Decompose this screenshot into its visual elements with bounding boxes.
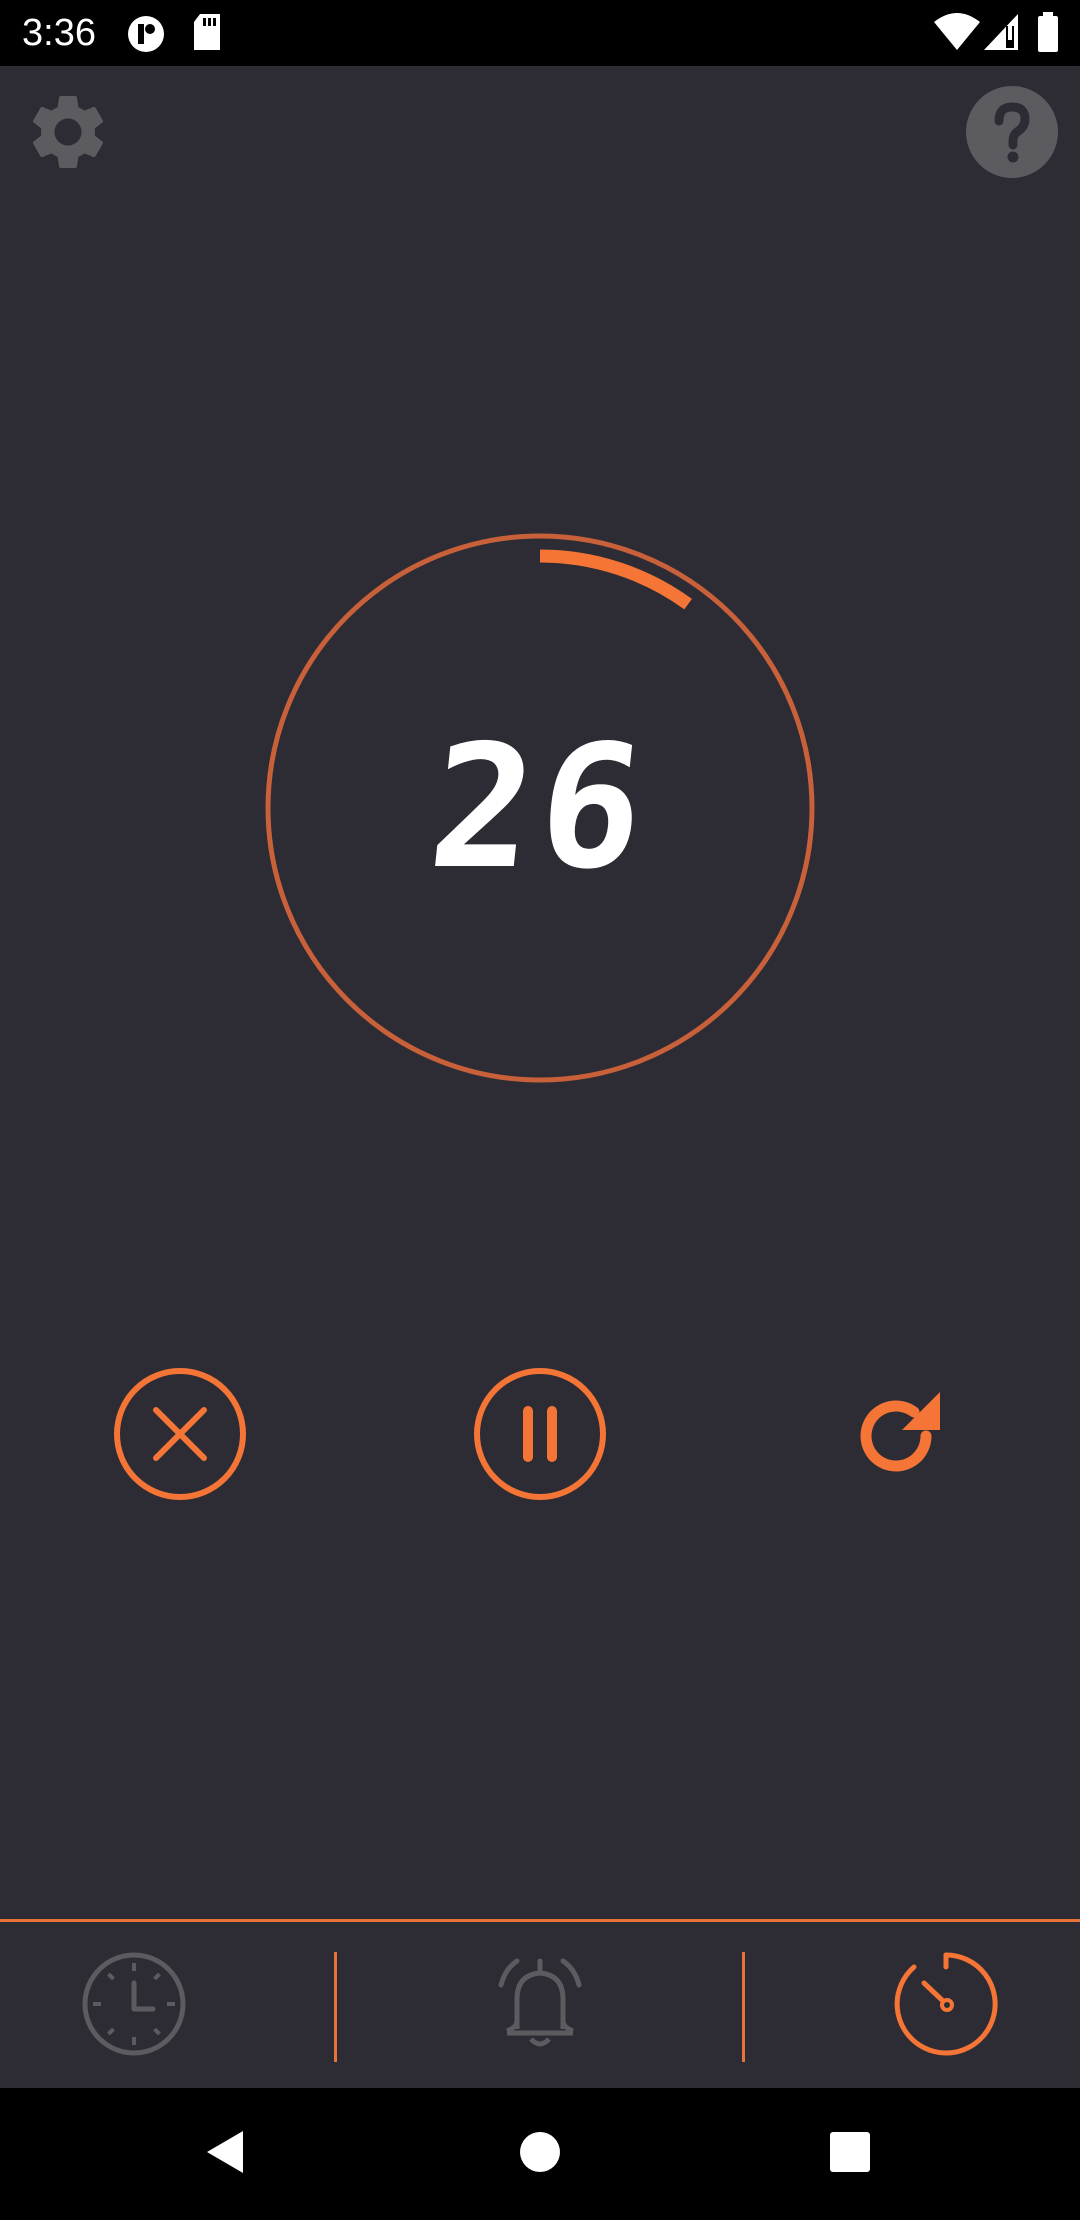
gear-icon <box>23 87 113 182</box>
nav-alarm-tab[interactable] <box>470 1936 610 2076</box>
signal-icon <box>984 12 1018 57</box>
system-recents-button[interactable] <box>810 2114 890 2194</box>
circle-badge-icon <box>126 14 166 59</box>
cancel-button[interactable] <box>110 1366 250 1506</box>
help-icon <box>965 85 1059 184</box>
settings-button[interactable] <box>18 84 118 184</box>
close-circle-icon <box>112 1366 248 1507</box>
status-time: 3:36 <box>22 12 96 54</box>
timer-screen: 3:36 26 <box>0 0 1080 2220</box>
restart-button[interactable] <box>830 1366 970 1506</box>
wifi-icon <box>934 12 980 57</box>
help-button[interactable] <box>962 84 1062 184</box>
system-back-button[interactable] <box>186 2114 266 2194</box>
recents-icon <box>828 2130 872 2179</box>
status-bar: 3:36 <box>0 0 1080 66</box>
battery-icon <box>1036 12 1060 57</box>
timer-countdown-value: 26 <box>421 709 659 907</box>
bottom-nav <box>0 1922 1080 2088</box>
nav-timer-tab[interactable] <box>876 1936 1016 2076</box>
home-icon <box>518 2130 562 2179</box>
nav-separator <box>742 1952 745 2062</box>
system-home-button[interactable] <box>500 2114 580 2194</box>
system-nav-bar <box>0 2088 1080 2220</box>
restart-icon <box>850 1384 950 1489</box>
clock-icon <box>81 1951 187 2062</box>
pause-circle-icon <box>472 1366 608 1507</box>
nav-clock-tab[interactable] <box>64 1936 204 2076</box>
pause-button[interactable] <box>470 1366 610 1506</box>
timer-icon <box>893 1951 999 2062</box>
back-icon <box>201 2127 251 2182</box>
sd-card-icon <box>192 14 222 57</box>
nav-separator <box>334 1952 337 2062</box>
alarm-bell-icon <box>487 1951 593 2062</box>
